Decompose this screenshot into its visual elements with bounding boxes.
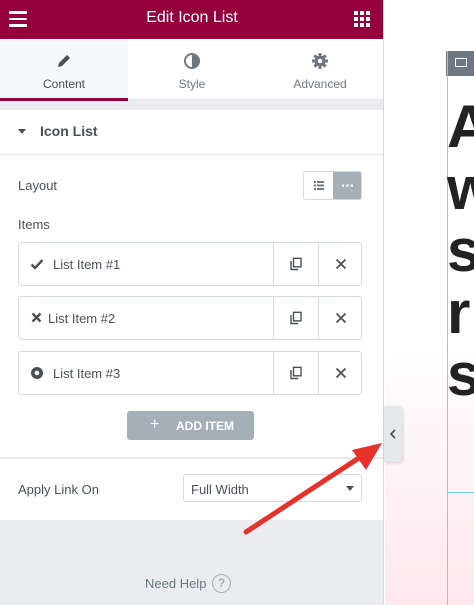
add-item-label: ADD ITEM xyxy=(176,419,234,433)
panel-title: Edit Icon List xyxy=(146,9,238,26)
list-item: List Item #2 xyxy=(18,296,362,340)
items-label: Items xyxy=(18,217,50,232)
layout-inline-option[interactable] xyxy=(333,172,361,199)
tab-content-label: Content xyxy=(42,77,86,91)
gear-icon xyxy=(312,53,328,69)
need-help-link[interactable]: Need Help xyxy=(145,576,206,591)
editor-panel: Edit Icon List Content Style Advanced Ic… xyxy=(0,0,384,605)
duplicate-button[interactable] xyxy=(273,297,318,339)
section-title: Icon List xyxy=(40,123,98,139)
section-body: Layout Items List Item #1 List Item #2 L… xyxy=(0,155,383,457)
half-circle-icon xyxy=(184,53,200,69)
list-item-title[interactable]: List Item #1 xyxy=(19,243,273,285)
tab-style-label: Style xyxy=(178,77,206,91)
tab-advanced[interactable]: Advanced xyxy=(256,39,383,100)
times-icon xyxy=(31,312,42,323)
apply-link-value: Full Width xyxy=(191,482,249,497)
chevron-down-icon xyxy=(346,486,354,491)
layout-list-option[interactable] xyxy=(304,172,333,199)
copy-icon xyxy=(290,311,302,325)
page-preview: A w s r s xyxy=(385,0,474,605)
preview-heading[interactable]: A w s r s xyxy=(447,96,474,406)
duplicate-button[interactable] xyxy=(273,243,318,285)
widgets-grid-icon[interactable] xyxy=(354,11,370,27)
close-icon xyxy=(335,312,346,324)
tab-style[interactable]: Style xyxy=(128,39,256,100)
layout-label: Layout xyxy=(18,178,58,193)
close-icon xyxy=(335,258,346,270)
plus-icon: + xyxy=(150,416,160,433)
tab-content[interactable]: Content xyxy=(0,39,128,101)
pencil-icon xyxy=(58,55,70,67)
list-item-title[interactable]: List Item #2 xyxy=(19,297,273,339)
check-icon xyxy=(30,259,44,270)
layout-toggle xyxy=(303,171,362,200)
panel-collapse-handle[interactable] xyxy=(384,406,402,462)
list-item: List Item #3 xyxy=(18,351,362,395)
list-item: List Item #1 xyxy=(18,242,362,286)
chevron-left-icon xyxy=(389,429,396,439)
copy-icon xyxy=(290,257,302,271)
list-icon xyxy=(314,181,324,190)
duplicate-button[interactable] xyxy=(273,352,318,394)
close-icon xyxy=(335,367,346,379)
dot-circle-icon xyxy=(31,367,43,379)
question-icon[interactable]: ? xyxy=(212,574,231,593)
remove-button[interactable] xyxy=(318,352,362,394)
list-item-title[interactable]: List Item #3 xyxy=(19,352,273,394)
remove-button[interactable] xyxy=(318,297,362,339)
list-item-label: List Item #1 xyxy=(53,257,121,272)
copy-icon xyxy=(290,366,302,380)
apply-link-label: Apply Link On xyxy=(18,482,99,497)
tab-advanced-label: Advanced xyxy=(293,77,347,91)
apply-link-select[interactable]: Full Width xyxy=(183,474,362,502)
list-item-label: List Item #3 xyxy=(53,366,121,381)
apply-link-row: Apply Link On Full Width xyxy=(0,458,383,520)
remove-button[interactable] xyxy=(318,243,362,285)
caret-down-icon xyxy=(18,129,26,134)
preview-frame-edge xyxy=(447,492,474,493)
ellipsis-icon xyxy=(342,184,353,187)
section-toggle-icon-list[interactable]: Icon List xyxy=(0,110,383,155)
add-item-button[interactable]: + ADD ITEM xyxy=(127,411,254,440)
panel-header: Edit Icon List xyxy=(0,0,383,39)
list-item-label: List Item #2 xyxy=(48,311,116,326)
panel-tabs: Content Style Advanced xyxy=(0,39,383,101)
